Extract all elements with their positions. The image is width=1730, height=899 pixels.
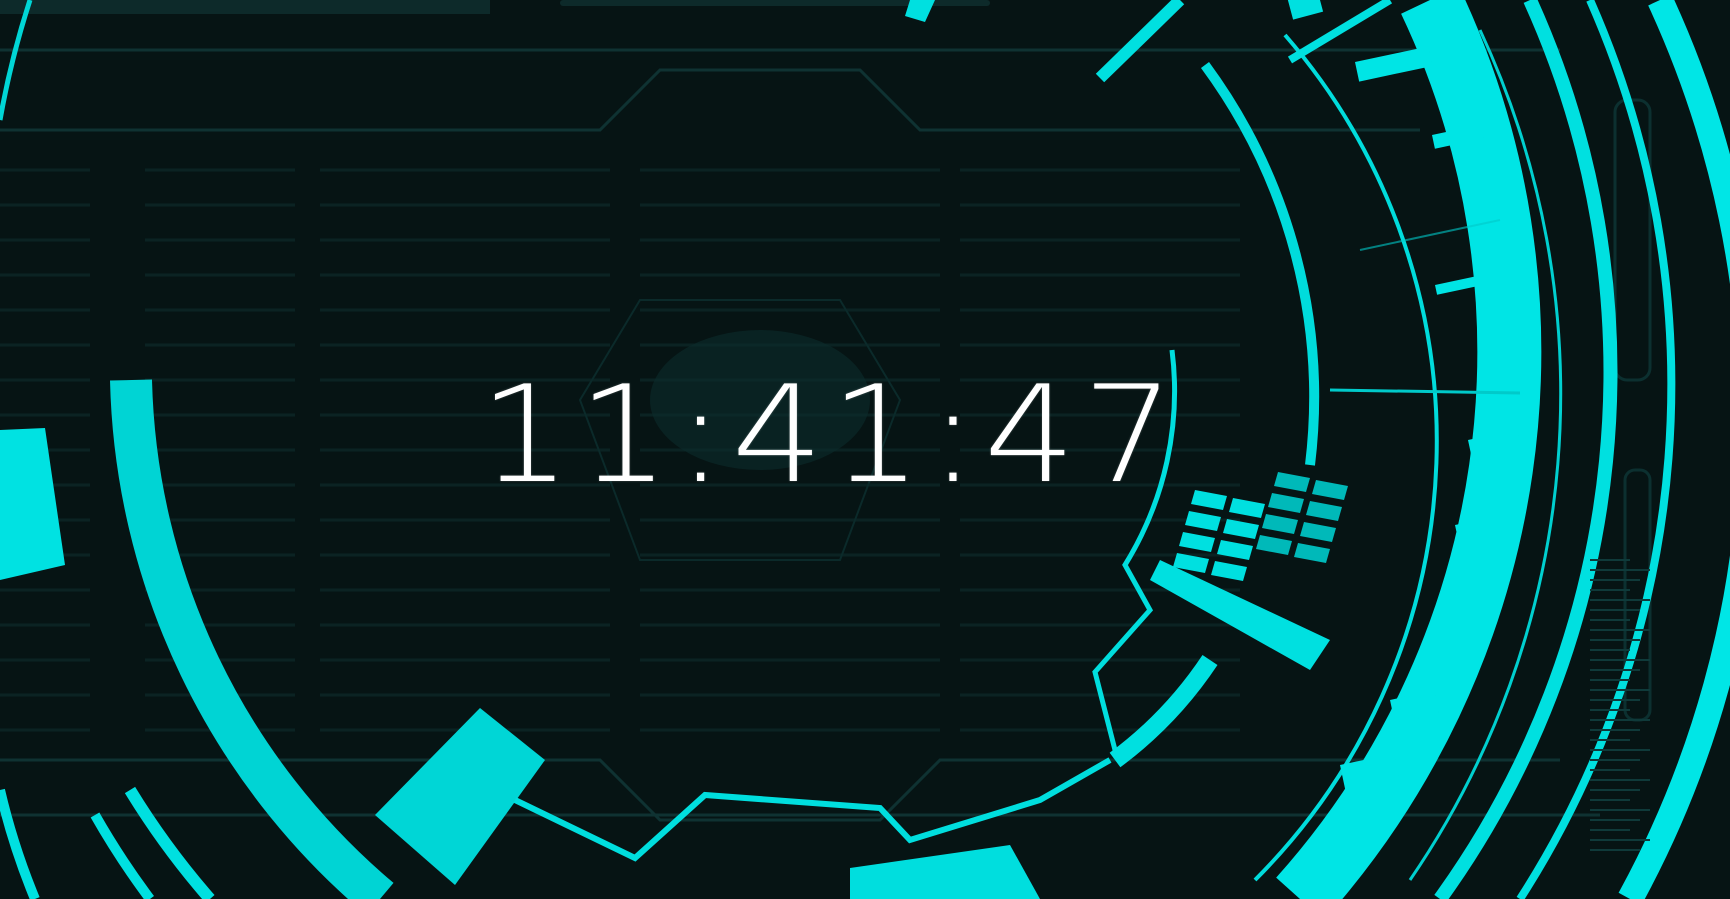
top-diagonal-slashes [1095,0,1393,83]
left-outer-arc [110,379,394,899]
cell-cluster-left [1173,490,1265,581]
right-outer-ring-3 [1618,0,1730,899]
ring-tick [1355,46,1433,82]
mid-right-arc [1200,62,1320,466]
grid-cell [1191,490,1227,510]
lower-diamond-block [375,708,545,885]
grid-cell [1223,519,1259,539]
grid-cell [1268,493,1304,513]
grid-cell [1211,561,1247,581]
grid-cell [1312,480,1348,500]
grid-cell [1185,511,1221,531]
top-edge-marks [0,0,990,22]
clock-screen: 11:41:47 [0,0,1730,899]
left-corner-arc [0,788,40,899]
grid-cell [1306,501,1342,521]
grid-cell [1217,540,1253,560]
left-thin-arc [0,0,33,121]
clock-time: 11:41:47 [479,357,1181,513]
lower-ring-line [513,757,1112,862]
grid-cell [1256,535,1292,555]
grid-cell [1179,532,1215,552]
left-lower-arc-2 [90,812,155,899]
right-panel-lines [1590,559,1650,851]
grid-cell [1262,514,1298,534]
grid-cell [1300,522,1336,542]
cell-cluster-right [1256,472,1348,563]
inner-right-short-arc [1109,654,1218,768]
grid-cell [1274,472,1310,492]
grid-cell [1229,498,1265,518]
lower-ring-block [850,845,1040,899]
grid-cell [1294,543,1330,563]
